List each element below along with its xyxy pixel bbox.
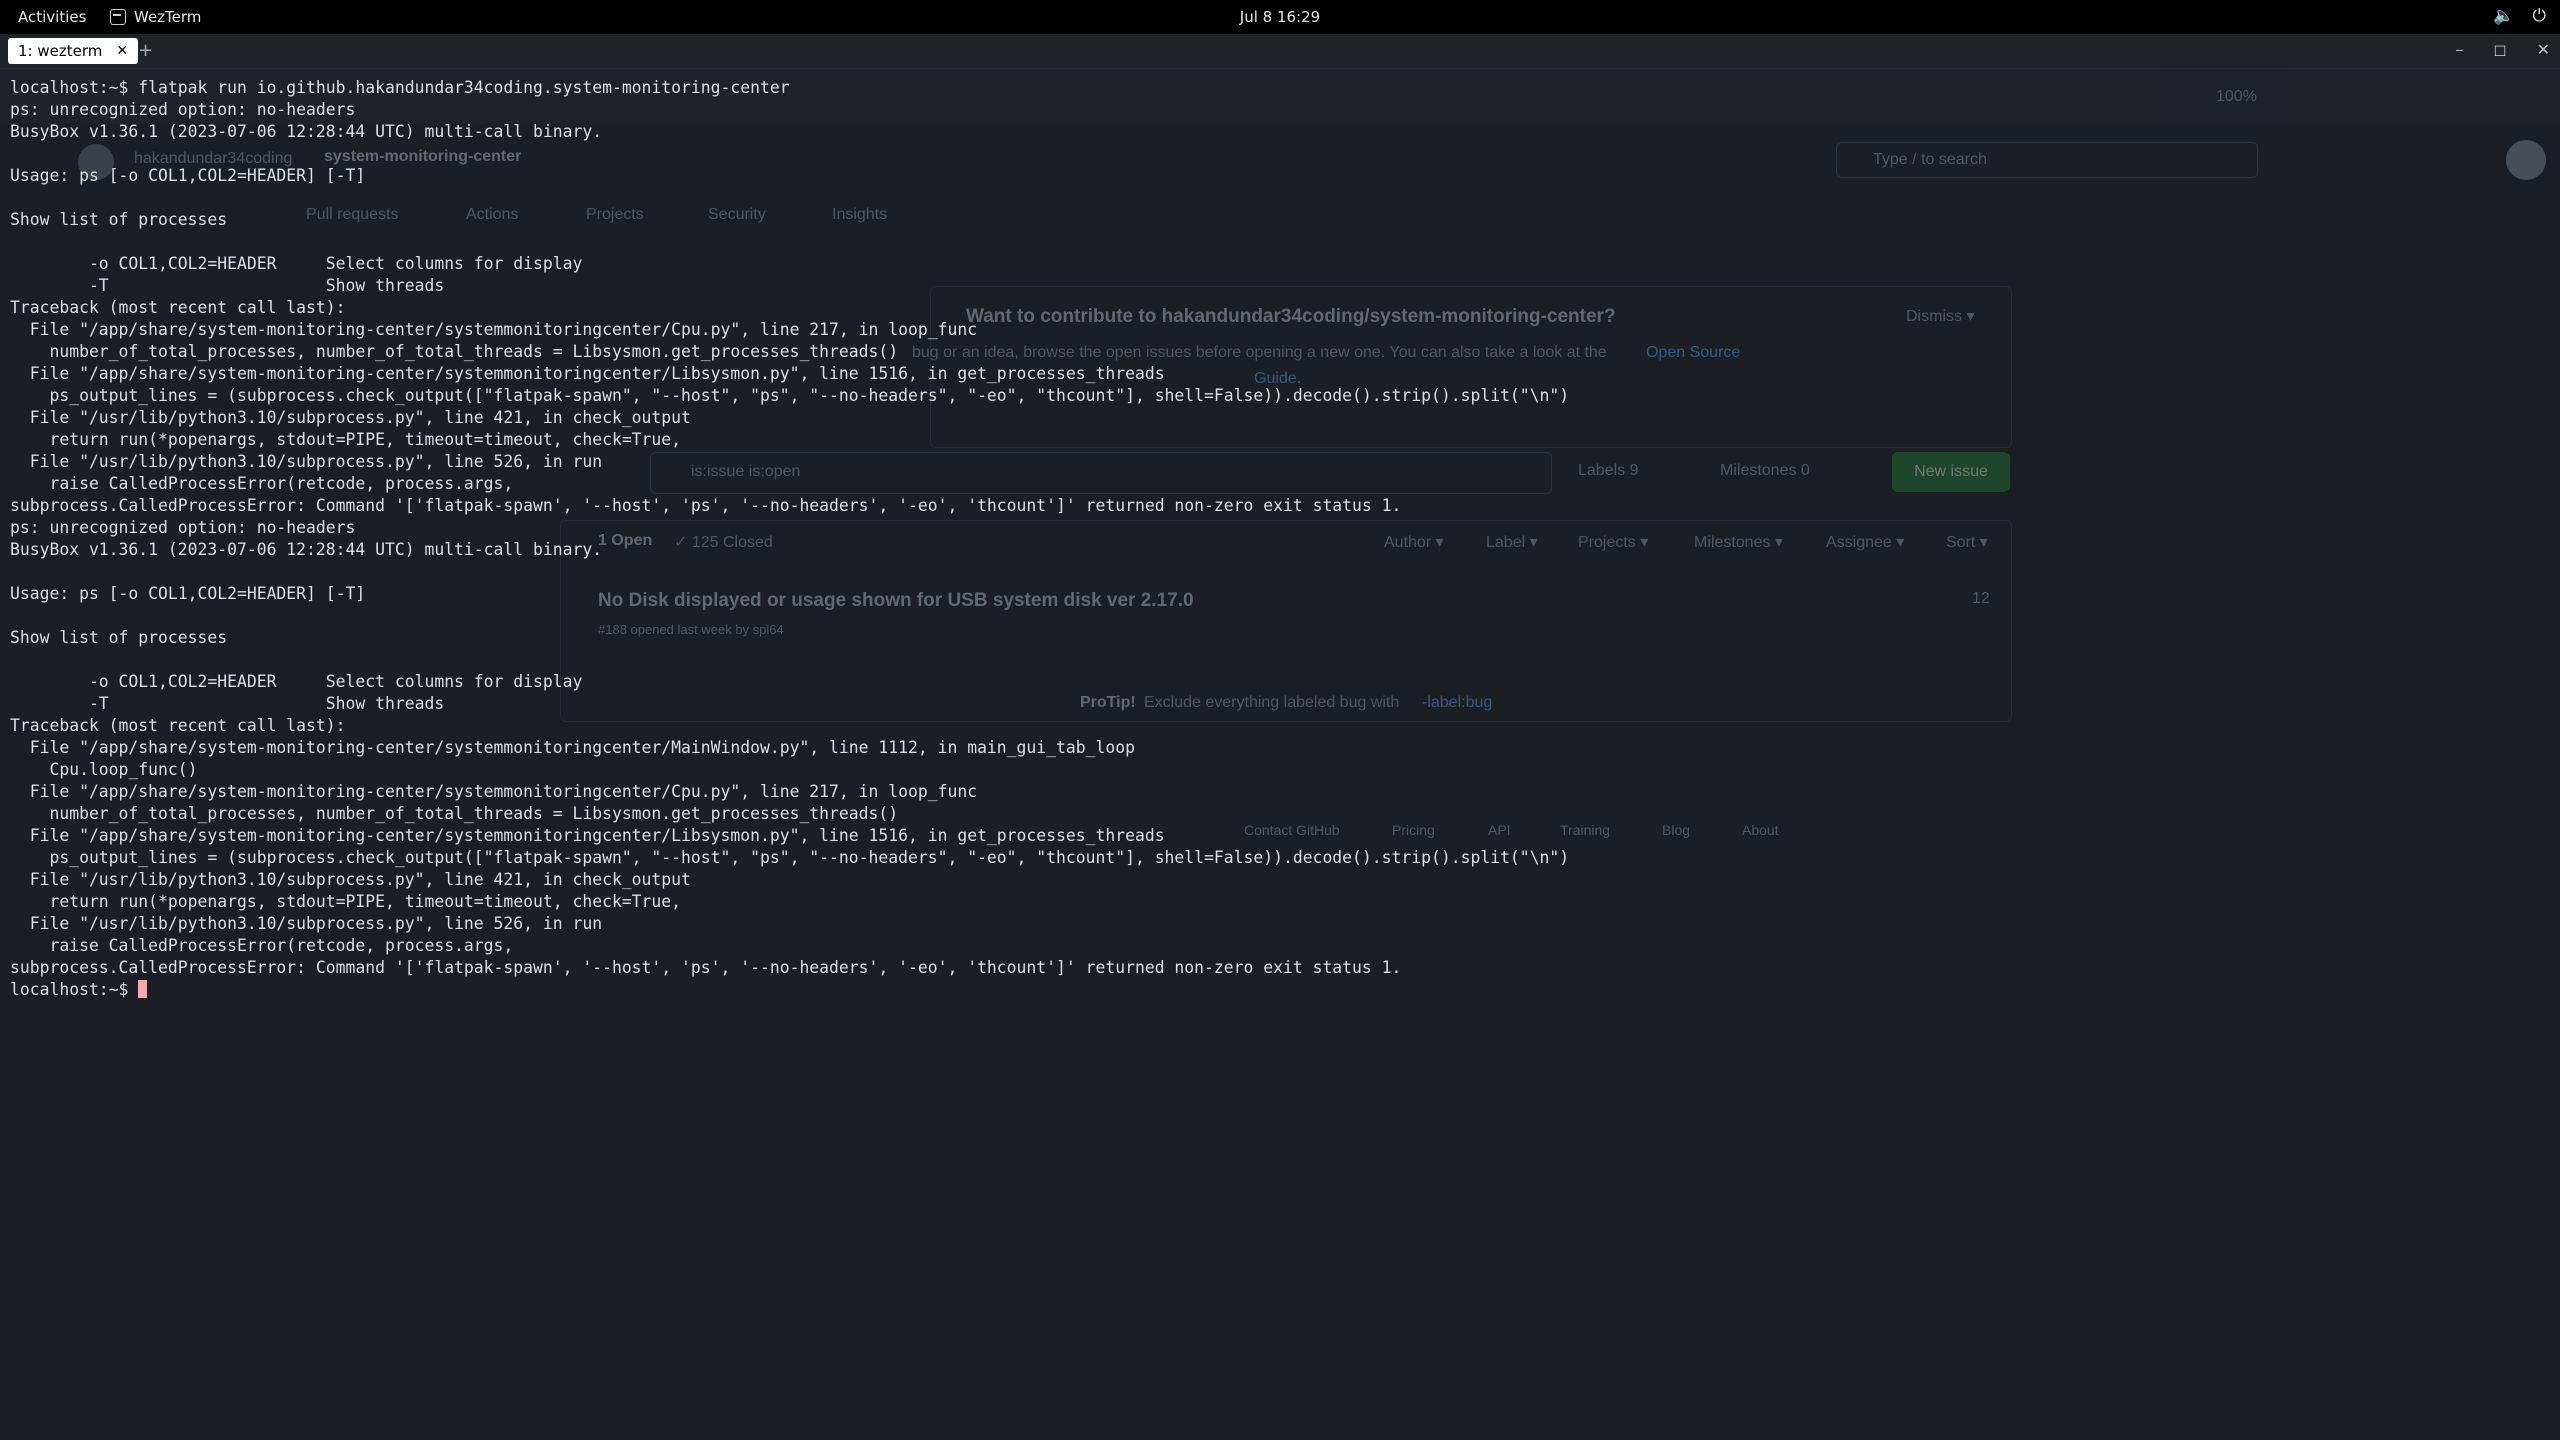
clock[interactable]: Jul 8 16:29 <box>1240 8 1320 26</box>
terminal-line: Usage: ps [-o COL1,COL2=HEADER] [-T] <box>10 584 366 603</box>
terminal-output[interactable]: localhost:~$ flatpak run io.github.hakan… <box>10 77 1569 1001</box>
terminal-line: File "/app/share/system-monitoring-cente… <box>29 364 1165 383</box>
issue-comments: 12 <box>1972 590 1990 607</box>
tab-close-icon[interactable]: ✕ <box>116 43 128 59</box>
filter-sort: Sort ▾ <box>1946 534 1988 551</box>
labels-button: Labels 9 <box>1578 462 1639 479</box>
terminal-line: Cpu.loop_func() <box>49 760 198 779</box>
new-tab-button[interactable]: + <box>138 40 153 61</box>
avatar <box>2506 140 2546 180</box>
terminal-line: File "/app/share/system-monitoring-cente… <box>29 782 978 801</box>
terminal-line: ps: unrecognized option: no-headers <box>10 100 356 119</box>
terminal-line: BusyBox v1.36.1 (2023-07-06 12:28:44 UTC… <box>10 122 603 141</box>
banner-link: Open Source <box>1646 344 1741 361</box>
terminal-line: localhost:~$ flatpak run io.github.hakan… <box>10 78 790 97</box>
terminal-cursor <box>138 980 148 998</box>
new-issue-button: New issue <box>1892 452 2010 492</box>
maximize-icon[interactable]: ◻ <box>2493 40 2506 59</box>
terminal-line: BusyBox v1.36.1 (2023-07-06 12:28:44 UTC… <box>10 540 603 559</box>
terminal-line: subprocess.CalledProcessError: Command '… <box>10 496 1402 515</box>
terminal-line: -o COL1,COL2=HEADER Select columns for d… <box>88 254 583 273</box>
top-bar: Activities WezTerm Jul 8 16:29 🔈 ⏻ <box>0 0 2560 34</box>
terminal-line: File "/usr/lib/python3.10/subprocess.py"… <box>29 408 691 427</box>
terminal-icon <box>110 9 126 25</box>
app-name: WezTerm <box>134 8 202 26</box>
terminal-line: number_of_total_processes, number_of_tot… <box>49 342 899 361</box>
terminal-lines: localhost:~$ flatpak run io.github.hakan… <box>10 78 1569 977</box>
terminal-line: return run(*popenargs, stdout=PIPE, time… <box>49 892 682 911</box>
system-tray[interactable]: 🔈 ⏻ <box>2493 6 2546 26</box>
terminal-line: raise CalledProcessError(retcode, proces… <box>49 474 514 493</box>
terminal-line: return run(*popenargs, stdout=PIPE, time… <box>49 430 682 449</box>
tab-label: 1: wezterm <box>18 42 103 60</box>
terminal-line: File "/app/share/system-monitoring-cente… <box>29 826 1165 845</box>
close-icon[interactable]: ✕ <box>2537 40 2550 59</box>
filter-milestones: Milestones ▾ <box>1694 534 1783 551</box>
terminal-line: ps_output_lines = (subprocess.check_outp… <box>49 848 1570 867</box>
terminal-line: -T Show threads <box>88 276 445 295</box>
terminal-line: Usage: ps [-o COL1,COL2=HEADER] [-T] <box>10 166 366 185</box>
terminal-line: subprocess.CalledProcessError: Command '… <box>10 958 1402 977</box>
dismiss-button: Dismiss ▾ <box>1906 308 1975 325</box>
tab-bar: 1: wezterm ✕ + – ◻ ✕ <box>0 34 2560 69</box>
terminal-line: ps: unrecognized option: no-headers <box>10 518 356 537</box>
search-box: Type / to search <box>1836 142 2258 178</box>
zoom-level: 100% <box>2216 88 2257 105</box>
terminal-line: ps_output_lines = (subprocess.check_outp… <box>49 386 1570 405</box>
footer-about: About <box>1742 822 1779 838</box>
terminal-line: File "/usr/lib/python3.10/subprocess.py"… <box>29 452 603 471</box>
milestones-button: Milestones 0 <box>1720 462 1810 479</box>
terminal-prompt: localhost:~$ <box>10 980 139 999</box>
terminal-line: Traceback (most recent call last): <box>10 716 346 735</box>
window-controls: – ◻ ✕ <box>2455 40 2550 59</box>
minimize-icon[interactable]: – <box>2455 40 2463 59</box>
footer-blog: Blog <box>1662 822 1691 838</box>
terminal-line: Show list of processes <box>10 210 228 229</box>
app-menu[interactable]: WezTerm <box>110 8 201 26</box>
tab-wezterm[interactable]: 1: wezterm ✕ <box>8 38 139 64</box>
terminal-line: -o COL1,COL2=HEADER Select columns for d… <box>88 672 583 691</box>
terminal-line: raise CalledProcessError(retcode, proces… <box>49 936 514 955</box>
search-placeholder: Type / to search <box>1873 151 1987 168</box>
terminal-line: Show list of processes <box>10 628 228 647</box>
terminal-line: File "/app/share/system-monitoring-cente… <box>29 738 1135 757</box>
activities-button[interactable]: Activities <box>18 8 86 26</box>
terminal-line: -T Show threads <box>88 694 445 713</box>
terminal-line: File "/usr/lib/python3.10/subprocess.py"… <box>29 914 603 933</box>
speaker-icon[interactable]: 🔈 <box>2493 6 2514 26</box>
clock-container: Jul 8 16:29 <box>0 8 2560 26</box>
terminal-line: File "/app/share/system-monitoring-cente… <box>29 320 978 339</box>
power-icon[interactable]: ⏻ <box>2533 6 2546 26</box>
terminal-line: number_of_total_processes, number_of_tot… <box>49 804 899 823</box>
terminal-line: Traceback (most recent call last): <box>10 298 346 317</box>
filter-assignee: Assignee ▾ <box>1826 534 1905 551</box>
terminal-line: File "/usr/lib/python3.10/subprocess.py"… <box>29 870 691 889</box>
filter-projects: Projects ▾ <box>1578 534 1649 551</box>
